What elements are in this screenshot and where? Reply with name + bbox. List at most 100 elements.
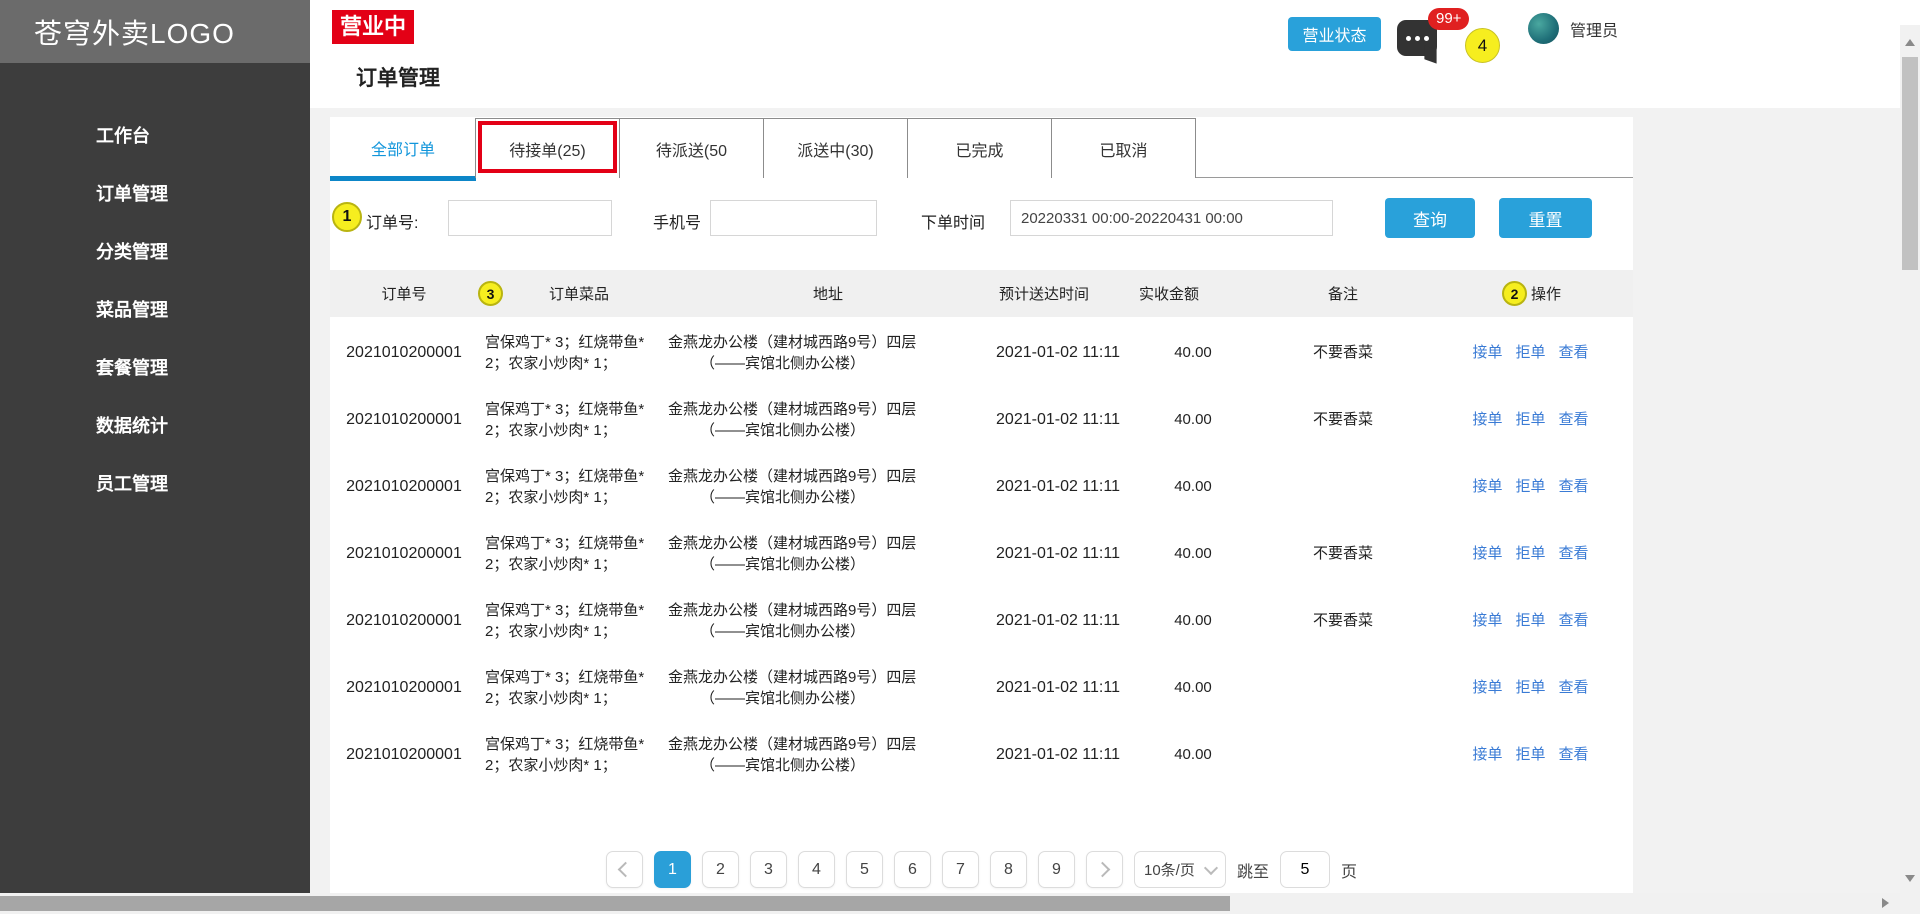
table-header: 订单号 3 订单菜品 地址 预计送达时间 实收金额 备注 2 操作 [330,270,1633,317]
page-button-4[interactable]: 4 [798,851,835,888]
tab-cancelled[interactable]: 已取消 [1051,118,1196,178]
address-cell: 金燕龙办公楼（建材城西路9号）四层 （——宾馆北侧办公楼） [668,332,988,374]
page-button-2[interactable]: 2 [702,851,739,888]
reject-order-link[interactable]: 拒单 [1515,677,1545,698]
page-button-7[interactable]: 7 [942,851,979,888]
vertical-scrollbar[interactable] [1900,25,1920,893]
order-no-input[interactable] [448,200,612,236]
sort-icon[interactable] [1094,285,1102,303]
view-order-link[interactable]: 查看 [1559,744,1589,765]
tab-all-orders[interactable]: 全部订单 [330,118,476,178]
vertical-scrollbar-thumb[interactable] [1902,57,1918,270]
view-order-link[interactable]: 查看 [1559,342,1589,363]
table-body: 2021010200001 宫保鸡丁* 3；红烧带鱼* 2；农家小炒肉* 1； … [330,319,1633,788]
tab-label: 待派送(50 [656,137,727,161]
amount-cell: 40.00 [1128,342,1258,363]
order-no-label: 订单号: [366,209,418,233]
avatar[interactable] [1528,13,1559,44]
tab-completed[interactable]: 已完成 [907,118,1052,178]
notification-area[interactable]: 99+ 4 [1385,4,1495,76]
filter-bar: 1 订单号: 手机号 下单时间 查询 重置 [330,198,1633,242]
notification-count-badge: 99+ [1428,8,1469,30]
sidebar-item-combo-management[interactable]: 套餐管理 [0,338,310,396]
reset-button[interactable]: 重置 [1499,198,1592,238]
col-amount: 实收金额 [1128,283,1258,304]
view-order-link[interactable]: 查看 [1559,677,1589,698]
sidebar-item-label: 员工管理 [96,470,168,496]
user-menu[interactable]: 管理员 [1528,13,1618,44]
reject-order-link[interactable]: 拒单 [1515,476,1545,497]
jump-label: 跳至 [1237,858,1269,882]
annotation-badge-4: 4 [1465,28,1500,63]
tab-label: 派送中(30) [797,137,873,161]
page-button-8[interactable]: 8 [990,851,1027,888]
sidebar-item-category-management[interactable]: 分类管理 [0,222,310,280]
user-name: 管理员 [1570,17,1618,41]
accept-order-link[interactable]: 接单 [1472,744,1502,765]
page-size-select[interactable]: 10条/页 [1134,851,1226,888]
jump-page-input[interactable] [1280,851,1330,888]
accept-order-link[interactable]: 接单 [1472,342,1502,363]
order-dishes-cell: 宫保鸡丁* 3；红烧带鱼* 2；农家小炒肉* 1； [478,466,668,508]
reject-order-link[interactable]: 拒单 [1515,543,1545,564]
reject-order-link[interactable]: 拒单 [1515,744,1545,765]
phone-input[interactable] [710,200,877,236]
sidebar-item-dish-management[interactable]: 菜品管理 [0,280,310,338]
view-order-link[interactable]: 查看 [1559,476,1589,497]
order-number-cell: 2021010200001 [330,543,478,564]
scroll-right-arrow-icon[interactable] [1882,898,1894,908]
horizontal-scrollbar[interactable] [0,893,1920,914]
order-tabs: 全部订单 待接单(25) 待派送(50 派送中(30) 已完成已取消 [330,118,1633,178]
reject-order-link[interactable]: 拒单 [1515,610,1545,631]
view-order-link[interactable]: 查看 [1559,409,1589,430]
prev-page-button[interactable] [606,851,643,888]
remark-cell: 不要香菜 [1258,409,1428,430]
content-panel: 全部订单 待接单(25) 待派送(50 派送中(30) 已完成已取消 1 订单号: 手机… [330,117,1633,893]
jump-unit-label: 页 [1341,858,1357,882]
search-button[interactable]: 查询 [1385,198,1475,238]
order-dishes-cell: 宫保鸡丁* 3；红烧带鱼* 2；农家小炒肉* 1； [478,600,668,642]
page-button-9[interactable]: 9 [1038,851,1075,888]
actions-cell: 接单拒单查看 [1428,677,1633,698]
accept-order-link[interactable]: 接单 [1472,476,1502,497]
sidebar-item-label: 工作台 [96,122,150,148]
actions-cell: 接单拒单查看 [1428,342,1633,363]
view-order-link[interactable]: 查看 [1559,610,1589,631]
order-number-cell: 2021010200001 [330,342,478,363]
address-cell: 金燕龙办公楼（建材城西路9号）四层 （——宾馆北侧办公楼） [668,399,988,441]
order-number-cell: 2021010200001 [330,610,478,631]
scroll-up-arrow-icon[interactable] [1905,34,1915,46]
next-page-button[interactable] [1086,851,1123,888]
accept-order-link[interactable]: 接单 [1472,409,1502,430]
sidebar-item-data-statistics[interactable]: 数据统计 [0,396,310,454]
reject-order-link[interactable]: 拒单 [1515,409,1545,430]
delivery-time-cell: 2021-01-02 11:11 [988,744,1128,765]
app-window: 苍穹外卖LOGO 工作台订单管理分类管理菜品管理套餐管理数据统计员工管理 营业中… [0,0,1920,914]
tab-pending-dispatch[interactable]: 待派送(50 [619,118,764,178]
accept-order-link[interactable]: 接单 [1472,610,1502,631]
delivery-time-cell: 2021-01-02 11:11 [988,610,1128,631]
sidebar-item-workbench[interactable]: 工作台 [0,106,310,164]
page-button-1[interactable]: 1 [654,851,691,888]
view-order-link[interactable]: 查看 [1559,543,1589,564]
col-order-no: 订单号 [330,283,478,304]
horizontal-scrollbar-thumb[interactable] [0,896,1230,911]
business-status-button[interactable]: 营业状态 [1288,17,1381,51]
reject-order-link[interactable]: 拒单 [1515,342,1545,363]
scroll-down-arrow-icon[interactable] [1905,875,1915,887]
col-delivery-time[interactable]: 预计送达时间 [988,283,1128,304]
tab-label: 待接单(25) [509,137,585,161]
page-button-3[interactable]: 3 [750,851,787,888]
remark-cell: 不要香菜 [1258,543,1428,564]
accept-order-link[interactable]: 接单 [1472,543,1502,564]
accept-order-link[interactable]: 接单 [1472,677,1502,698]
actions-cell: 接单拒单查看 [1428,744,1633,765]
sidebar-item-order-management[interactable]: 订单管理 [0,164,310,222]
page-button-5[interactable]: 5 [846,851,883,888]
tab-pending-accept[interactable]: 待接单(25) [475,118,620,178]
remark-cell: 不要香菜 [1258,342,1428,363]
sidebar-item-employee-management[interactable]: 员工管理 [0,454,310,512]
tab-dispatching[interactable]: 派送中(30) [763,118,908,178]
page-button-6[interactable]: 6 [894,851,931,888]
order-time-input[interactable] [1010,200,1333,236]
